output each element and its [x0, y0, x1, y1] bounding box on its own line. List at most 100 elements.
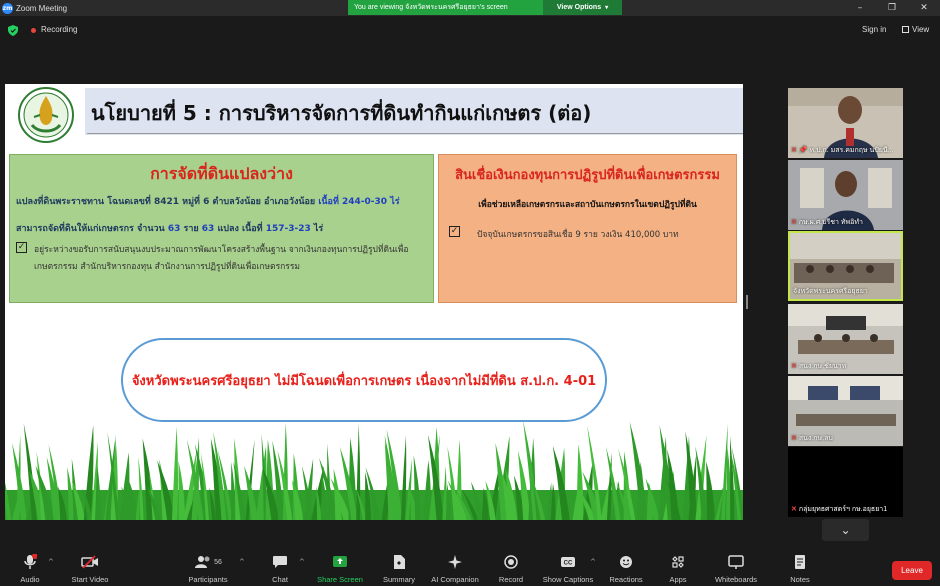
shared-screen-slide: นโยบายที่ 5 : การบริหารจัดการที่ดินทำกิน… [5, 84, 743, 520]
alloc-text-a: สามารถจัดที่ดินให้แก่เกษตรกร จำนวน [16, 224, 168, 234]
summary-label: Summary [382, 575, 416, 584]
alloc-area: 157-3-23 [265, 224, 311, 234]
farmer-allocation-info: สามารถจัดที่ดินให้แก่เกษตรกร จำนวน 63 รา… [16, 221, 323, 235]
slide-resize-handle[interactable] [746, 295, 748, 309]
chat-icon [271, 553, 289, 571]
record-icon [502, 553, 520, 571]
apps-icon [669, 553, 687, 571]
view-options-button[interactable]: View Options ▾ [543, 0, 622, 15]
alloc-text-g: ไร่ [310, 224, 324, 234]
restore-icon[interactable]: ❐ [876, 0, 908, 16]
meeting-top-bar: Recording Sign in View [0, 16, 940, 44]
captions-options-caret[interactable]: ^ [590, 558, 596, 566]
apps-button[interactable]: Apps [665, 548, 691, 586]
svg-text:CC: CC [564, 561, 573, 567]
participant-name: ✕ กลุ่มยุทธศาสตร์ฯ กษ.อยุธยา1 [791, 506, 888, 513]
land-allocation-box: การจัดที่ดินแปลงว่าง แปลงที่ดินพระราชทาน… [9, 154, 434, 303]
recording-label[interactable]: Recording [41, 25, 77, 34]
viewing-message: You are viewing จังหวัดพระนครศรีอยุธยา's… [348, 0, 543, 15]
chat-options-caret[interactable]: ^ [299, 558, 305, 566]
grid-icon [902, 26, 909, 33]
whiteboards-label: Whiteboards [714, 575, 758, 584]
participant-tile[interactable]: ✕ กษ.ผ.ศ.บรีชา ทัพอิทำ [788, 160, 903, 230]
alloc-text-e: แปลง เนื้อที่ [214, 224, 266, 234]
reactions-label: Reactions [609, 575, 643, 584]
view-button[interactable]: View [902, 25, 929, 34]
land-allocation-heading: การจัดที่ดินแปลงว่าง [150, 164, 293, 183]
checkbox-icon: ✓ [16, 242, 27, 253]
grass-decoration [5, 420, 743, 520]
participants-options-caret[interactable]: ^ [239, 558, 245, 566]
summary-icon [390, 553, 408, 571]
loan-fund-box: สินเชื่อเงินกองทุนการปฏิรูปที่ดินเพื่อเก… [438, 154, 737, 303]
recording-dot-icon [31, 28, 36, 33]
reactions-button[interactable]: Reactions [608, 548, 644, 586]
participant-tile-active-speaker[interactable]: จังหวัดพระนครศรีอยุธยา [788, 231, 903, 301]
participant-name: ✕ สนง.กษ.ลบ [791, 435, 833, 442]
zoom-window: zm Zoom Meeting – ❐ ✕ You are viewing จั… [0, 0, 940, 586]
notes-label: Notes [790, 575, 810, 584]
sign-in-link[interactable]: Sign in [862, 25, 886, 34]
meeting-toolbar: Audio ^ Start Video 56 Participants ^ Ch… [0, 548, 940, 586]
loan-fund-purpose: เพื่อช่วยเหลือเกษตรกรและสถาบันเกษตรกรในเ… [478, 200, 697, 210]
captions-icon: CC [559, 553, 577, 571]
participant-tile[interactable]: ✕ สนง.กษ.ชัยนาท [788, 304, 903, 374]
start-video-button[interactable]: Start Video [68, 548, 112, 586]
share-screen-button[interactable]: Share Screen [316, 548, 364, 586]
mic-muted-icon: ✕ [791, 363, 797, 370]
land-plot-text: แปลงที่ดินพระราชทาน โฉนดเลขที่ 8421 หมู่… [16, 197, 319, 207]
microphone-icon [21, 553, 39, 571]
participant-tile[interactable]: ✕ กลุ่มยุทธศาสตร์ฯ กษ.อยุธยา1 [788, 447, 903, 517]
close-icon[interactable]: ✕ [908, 0, 940, 16]
gallery-scroll-down-button[interactable]: ⌄ [822, 519, 869, 541]
participants-button[interactable]: 56 Participants [186, 548, 230, 586]
minimize-icon[interactable]: – [844, 0, 876, 16]
notes-button[interactable]: Notes [788, 548, 812, 586]
loan-fund-heading: สินเชื่อเงินกองทุนการปฏิรูปที่ดินเพื่อเก… [455, 168, 720, 183]
whiteboards-button[interactable]: Whiteboards [712, 548, 760, 586]
alloc-text-c: ราย [180, 224, 202, 234]
audio-label: Audio [20, 575, 40, 584]
mic-muted-icon: ✕ [791, 219, 797, 226]
mic-muted-icon: ✕ [791, 147, 797, 154]
window-title: Zoom Meeting [16, 3, 68, 13]
checkbox-icon: ✓ [449, 226, 460, 237]
participant-name: ✕ สนง.กษ.ชัยนาท [791, 363, 847, 370]
participant-tile[interactable]: ✕ 📌 ห.ป.ก. มสร.คมกฤษ นปัยนี... [788, 88, 903, 158]
window-controls: – ❐ ✕ [844, 0, 940, 16]
video-off-icon [81, 553, 99, 571]
whiteboard-icon [727, 553, 745, 571]
view-label: View [912, 25, 930, 34]
shield-icon[interactable] [8, 25, 18, 36]
loan-status-text: ปัจจุบันเกษตรกรขอสินเชื่อ 9 ราย วงเงิน 4… [477, 230, 679, 240]
viewing-banner: You are viewing จังหวัดพระนครศรีอยุธยา's… [348, 0, 622, 15]
no-title-deed-callout: จังหวัดพระนครศรีอยุธยา ไม่มีโฉนดเพื่อการ… [121, 338, 607, 422]
sparkle-icon [446, 553, 464, 571]
smiley-icon [617, 553, 635, 571]
alloc-plots-count: 63 [201, 224, 215, 234]
view-options-label: View Options [556, 4, 602, 11]
audio-button[interactable]: Audio [16, 548, 44, 586]
budget-status-text: อยู่ระหว่างขอรับการสนับสนุนงบประมาณการพั… [34, 245, 409, 272]
show-captions-label: Show Captions [542, 575, 594, 584]
participants-icon: 56 [191, 553, 225, 571]
summary-button[interactable]: Summary [380, 548, 418, 586]
record-button[interactable]: Record [497, 548, 525, 586]
alloc-farmers-count: 63 [167, 224, 181, 234]
notes-icon [791, 553, 809, 571]
chat-button[interactable]: Chat [266, 548, 294, 586]
share-screen-icon [331, 553, 349, 571]
participants-count: 56 [214, 558, 222, 566]
participant-tile[interactable]: ✕ สนง.กษ.ลบ [788, 376, 903, 446]
participant-name: ✕ 📌 ห.ป.ก. มสร.คมกฤษ นปัยนี... [791, 147, 894, 154]
land-plot-area: เนื้อที่ 244-0-30 ไร่ [318, 197, 400, 207]
audio-options-caret[interactable]: ^ [48, 558, 54, 566]
mic-muted-icon: ✕ [791, 435, 797, 442]
record-label: Record [498, 575, 524, 584]
show-captions-button[interactable]: CC Show Captions [542, 548, 594, 586]
leave-button[interactable]: Leave [892, 561, 932, 580]
ai-companion-button[interactable]: AI Companion [430, 548, 480, 586]
ai-companion-label: AI Companion [431, 575, 479, 584]
chevron-down-icon: ▾ [605, 5, 609, 11]
land-plot-info: แปลงที่ดินพระราชทาน โฉนดเลขที่ 8421 หมู่… [16, 194, 400, 208]
